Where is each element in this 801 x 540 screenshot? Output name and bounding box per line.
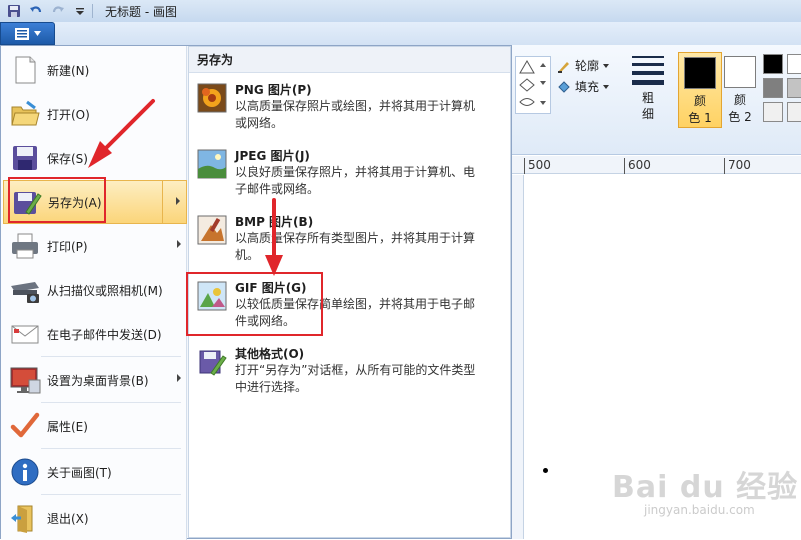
- baidu-watermark: Bai du 经验: [612, 470, 799, 505]
- red-arrowhead: [265, 255, 283, 276]
- baidu-watermark-url: jingyan.baidu.com: [644, 503, 755, 517]
- annotation-arrows: [88, 99, 283, 276]
- red-arrow-to-save-as: [102, 99, 155, 152]
